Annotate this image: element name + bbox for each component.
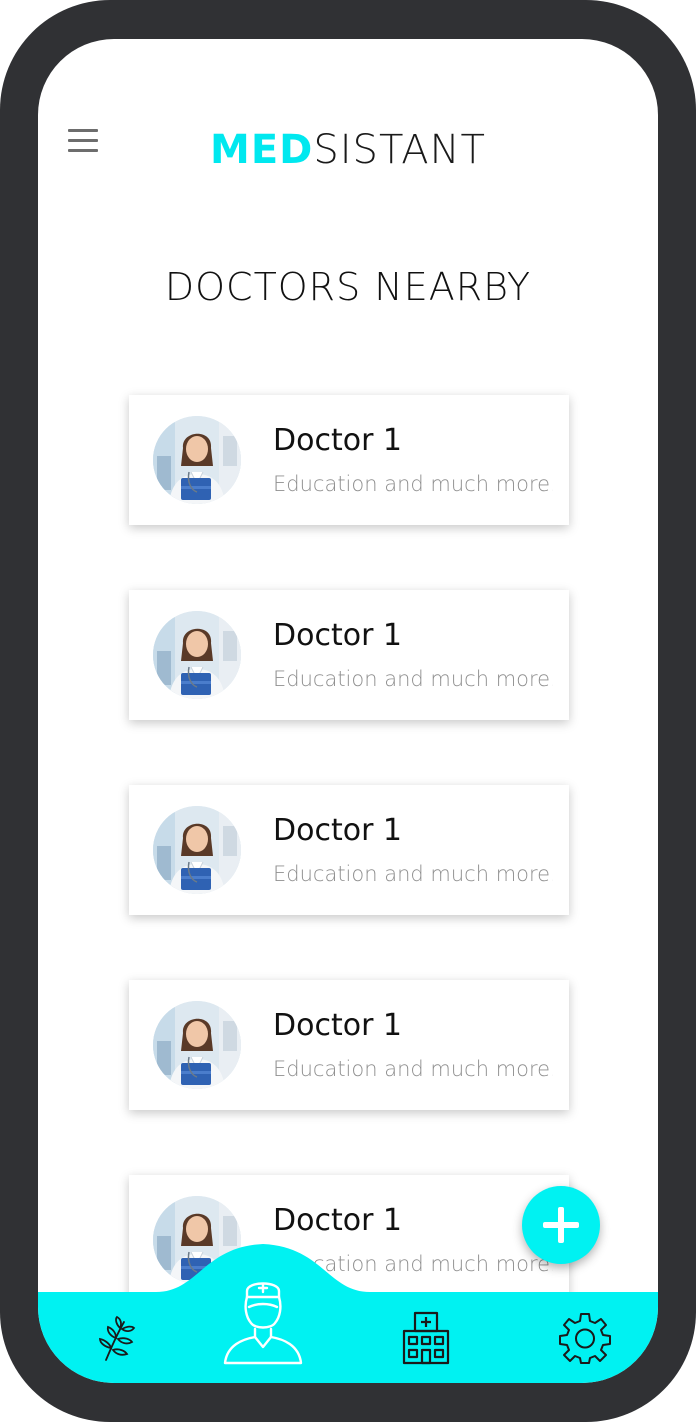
doctor-name: Doctor 1 — [273, 1008, 403, 1043]
hospital-icon — [402, 1311, 450, 1365]
phone-frame: MEDSISTANT DOCTORS NEARBY Doctor 1 Educa… — [0, 0, 696, 1422]
bottom-navigation — [38, 1189, 658, 1383]
doctor-avatar — [153, 1001, 241, 1089]
doctor-card[interactable]: Doctor 1 Education and much more... — [129, 395, 569, 525]
nav-settings[interactable] — [558, 1311, 612, 1365]
logo-accent: MED — [210, 127, 314, 173]
nurse-icon — [223, 1282, 303, 1365]
doctor-name: Doctor 1 — [273, 423, 403, 458]
doctor-avatar — [153, 611, 241, 699]
nav-plant[interactable] — [90, 1314, 140, 1364]
doctor-description: Education and much more... — [273, 667, 553, 691]
gear-icon — [559, 1313, 611, 1364]
doctor-card[interactable]: Doctor 1 Education and much more... — [129, 590, 569, 720]
doctor-card[interactable]: Doctor 1 Education and much more... — [129, 785, 569, 915]
page-title: DOCTORS NEARBY — [164, 265, 532, 309]
doctor-avatar — [153, 416, 241, 504]
doctor-description: Education and much more... — [273, 862, 553, 886]
nav-hospital[interactable] — [398, 1309, 454, 1367]
app-logo: MEDSISTANT — [38, 127, 658, 173]
doctor-card[interactable]: Doctor 1 Education and much more... — [129, 980, 569, 1110]
nav-doctors[interactable] — [221, 1273, 305, 1365]
app-screen: MEDSISTANT DOCTORS NEARBY Doctor 1 Educa… — [38, 39, 658, 1383]
doctor-avatar — [153, 806, 241, 894]
doctor-name: Doctor 1 — [273, 618, 403, 653]
doctor-description: Education and much more... — [273, 472, 553, 496]
doctor-name: Doctor 1 — [273, 813, 403, 848]
doctor-description: Education and much more... — [273, 1057, 553, 1081]
plant-icon — [99, 1315, 136, 1361]
logo-rest: SISTANT — [313, 127, 486, 173]
